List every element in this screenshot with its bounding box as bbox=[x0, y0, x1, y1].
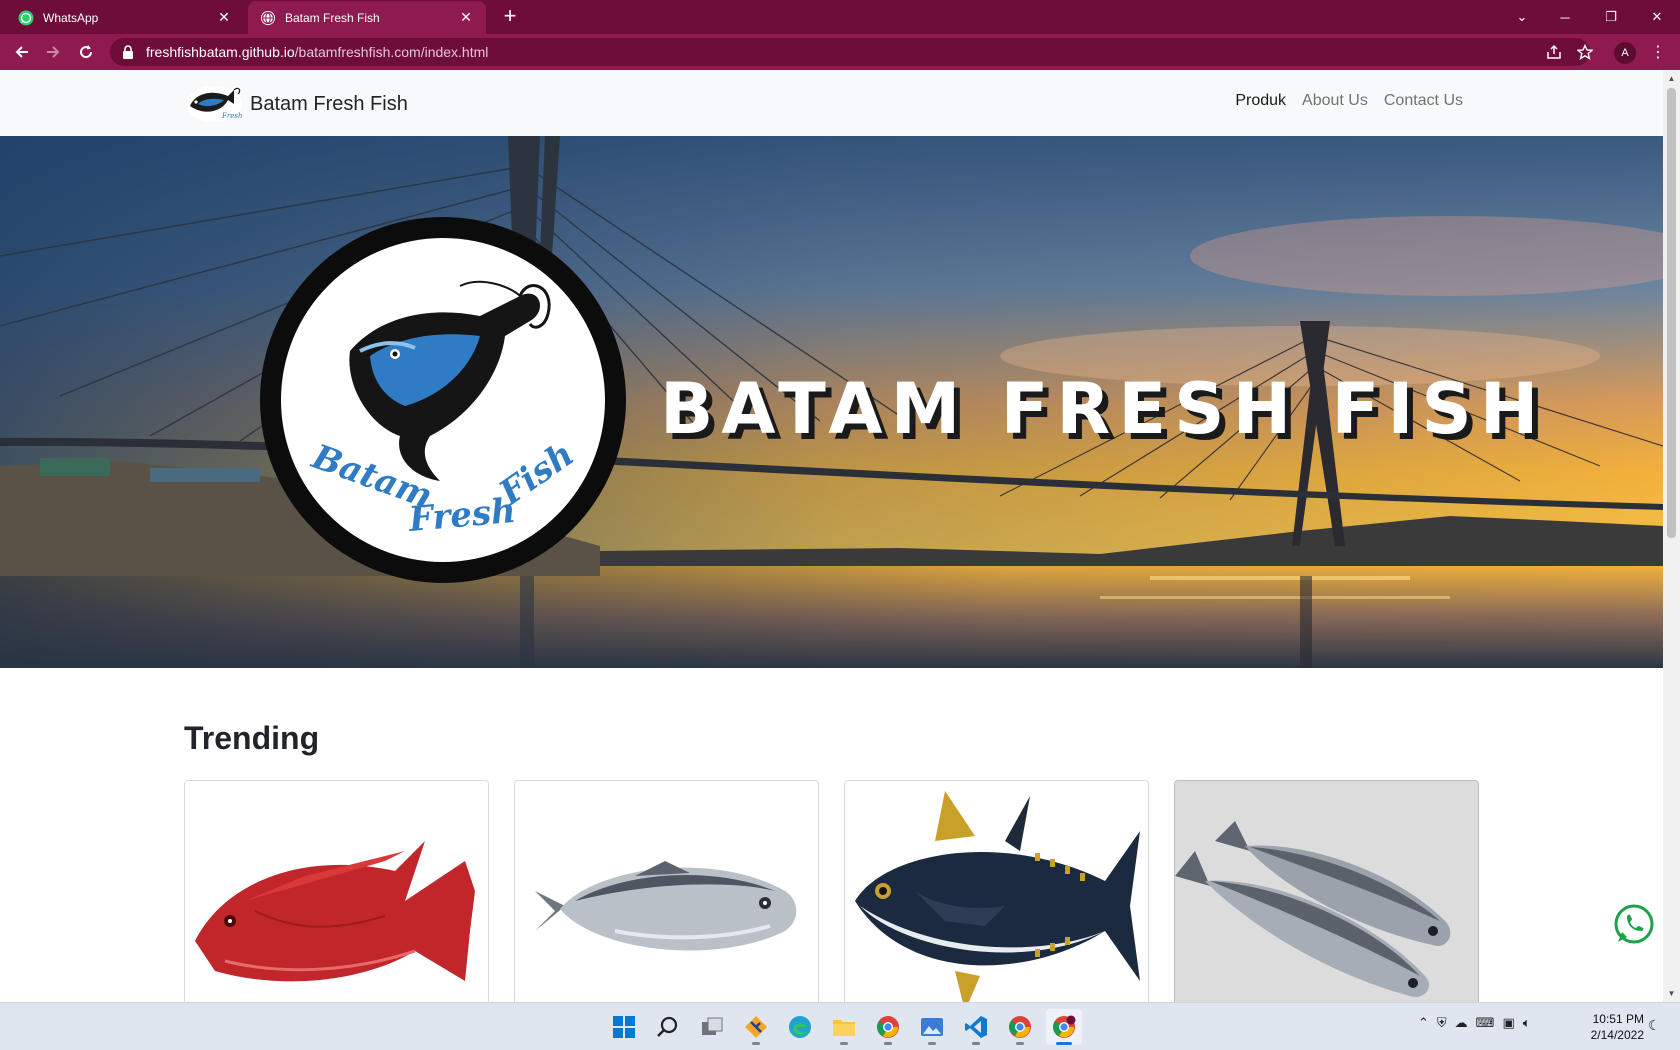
scroll-down-arrow-icon[interactable]: ▼ bbox=[1666, 988, 1677, 999]
file-explorer-icon[interactable] bbox=[826, 1009, 862, 1045]
photos-icon[interactable] bbox=[914, 1009, 950, 1045]
nav-link-produk[interactable]: Produk bbox=[1235, 92, 1286, 110]
bonito-fish-image bbox=[515, 781, 818, 1002]
mackerel-pair-image bbox=[1175, 781, 1478, 1002]
tab-whatsapp[interactable]: WhatsApp ✕ bbox=[6, 1, 244, 34]
security-warning-icon[interactable]: ⛨ bbox=[1437, 1015, 1447, 1031]
nav-link-about-us[interactable]: About Us bbox=[1302, 92, 1368, 110]
notification-moon-icon[interactable]: ☾ bbox=[1648, 1017, 1661, 1034]
red-snapper-image bbox=[185, 781, 488, 1002]
site-navbar: Fresh Fish Batam Fresh Fish Produk About… bbox=[0, 70, 1663, 136]
chrome-icon[interactable] bbox=[1002, 1009, 1038, 1045]
windows-taskbar: ⌃ ⛨ ☁ ⌨ ▣ 🔈︎ 10:51 PM 2/14/2022 ☾ bbox=[0, 1002, 1680, 1050]
task-view-icon[interactable] bbox=[694, 1009, 730, 1045]
new-tab-button[interactable]: + bbox=[498, 4, 522, 28]
minimize-button[interactable]: ─ bbox=[1542, 0, 1588, 34]
brand-name: Batam Fresh Fish bbox=[250, 92, 408, 115]
keyboard-icon[interactable]: ⌨ bbox=[1476, 1015, 1495, 1031]
svg-text:Fresh Fish: Fresh Fish bbox=[221, 112, 244, 120]
product-card[interactable] bbox=[514, 780, 819, 1002]
tab-strip: WhatsApp ✕ Batam Fresh Fish ✕ + ⌄ ─ ❐ ✕ bbox=[0, 0, 1680, 34]
git-icon[interactable] bbox=[738, 1009, 774, 1045]
whatsapp-float-button[interactable] bbox=[1612, 902, 1656, 946]
volume-icon[interactable]: 🔈︎ bbox=[1523, 1015, 1531, 1031]
close-tab-icon[interactable]: ✕ bbox=[458, 9, 474, 26]
scrollbar-thumb[interactable] bbox=[1667, 88, 1676, 538]
taskbar-app-list bbox=[606, 1009, 1082, 1045]
tab-search-icon[interactable]: ⌄ bbox=[1502, 0, 1542, 34]
lock-icon[interactable] bbox=[122, 45, 136, 59]
yellowfin-tuna-image bbox=[845, 781, 1148, 1002]
product-card[interactable] bbox=[844, 780, 1149, 1002]
search-icon[interactable] bbox=[650, 1009, 686, 1045]
browser-toolbar: freshfishbatam.github.io/batamfreshfish.… bbox=[0, 34, 1680, 70]
whatsapp-icon bbox=[18, 10, 34, 26]
restore-button[interactable]: ❐ bbox=[1588, 0, 1634, 34]
scroll-up-arrow-icon[interactable]: ▲ bbox=[1666, 73, 1677, 84]
tab-batam-fresh-fish[interactable]: Batam Fresh Fish ✕ bbox=[248, 1, 486, 34]
address-bar[interactable]: freshfishbatam.github.io/batamfreshfish.… bbox=[110, 38, 1590, 66]
url-path: /batamfreshfish.com/index.html bbox=[294, 44, 489, 60]
browser-menu-icon[interactable]: ⋮ bbox=[1648, 40, 1668, 64]
hero-logo: Batam Fresh Fish bbox=[260, 217, 626, 583]
whatsapp-icon bbox=[1614, 904, 1654, 944]
back-arrow-icon[interactable] bbox=[10, 40, 34, 64]
brand-link[interactable]: Fresh Fish Batam Fresh Fish bbox=[184, 84, 408, 124]
hero-banner: Batam Fresh Fish BATAM FRESH FISH bbox=[0, 136, 1663, 668]
window-controls: ⌄ ─ ❐ ✕ bbox=[1502, 0, 1680, 34]
chrome-icon[interactable] bbox=[870, 1009, 906, 1045]
chevron-up-icon[interactable]: ⌃ bbox=[1418, 1015, 1429, 1031]
cloud-icon[interactable]: ☁ bbox=[1455, 1015, 1468, 1031]
reload-icon[interactable] bbox=[74, 40, 98, 64]
url-domain: freshfishbatam.github.io bbox=[146, 44, 295, 60]
globe-icon bbox=[260, 10, 276, 26]
profile-avatar[interactable]: A bbox=[1614, 42, 1636, 64]
close-window-button[interactable]: ✕ bbox=[1634, 0, 1680, 34]
close-tab-icon[interactable]: ✕ bbox=[216, 9, 232, 26]
tab-title: Batam Fresh Fish bbox=[285, 10, 380, 25]
product-card-list bbox=[184, 780, 1479, 1002]
bookmark-star-icon[interactable] bbox=[1573, 40, 1597, 64]
brand-logo-icon: Fresh Fish bbox=[186, 86, 244, 122]
product-card[interactable] bbox=[1174, 780, 1479, 1002]
clock-date: 2/14/2022 bbox=[1590, 1028, 1644, 1042]
hero-title: BATAM FRESH FISH bbox=[660, 368, 1547, 450]
page-viewport: Fresh Fish Batam Fresh Fish Produk About… bbox=[0, 70, 1663, 1002]
url-text: freshfishbatam.github.io/batamfreshfish.… bbox=[146, 44, 488, 60]
share-icon[interactable] bbox=[1542, 40, 1566, 64]
taskbar-clock[interactable]: 10:51 PM 2/14/2022 bbox=[1574, 1011, 1644, 1043]
edge-icon[interactable] bbox=[782, 1009, 818, 1045]
product-card[interactable] bbox=[184, 780, 489, 1002]
system-tray: ⌃ ⛨ ☁ ⌨ ▣ 🔈︎ bbox=[1418, 1015, 1531, 1031]
chrome-profile-icon[interactable] bbox=[1046, 1009, 1082, 1045]
clock-time: 10:51 PM bbox=[1592, 1012, 1644, 1026]
forward-arrow-icon[interactable] bbox=[41, 40, 65, 64]
nav-link-contact-us[interactable]: Contact Us bbox=[1384, 92, 1463, 110]
trending-heading: Trending bbox=[184, 720, 320, 756]
page-scrollbar[interactable]: ▲ ▼ bbox=[1663, 70, 1680, 1002]
network-icon[interactable]: ▣ bbox=[1502, 1015, 1514, 1031]
vscode-icon[interactable] bbox=[958, 1009, 994, 1045]
windows-start-icon[interactable] bbox=[606, 1009, 642, 1045]
tab-title: WhatsApp bbox=[43, 10, 99, 25]
site-nav-links: Produk About Us Contact Us bbox=[1235, 92, 1463, 110]
